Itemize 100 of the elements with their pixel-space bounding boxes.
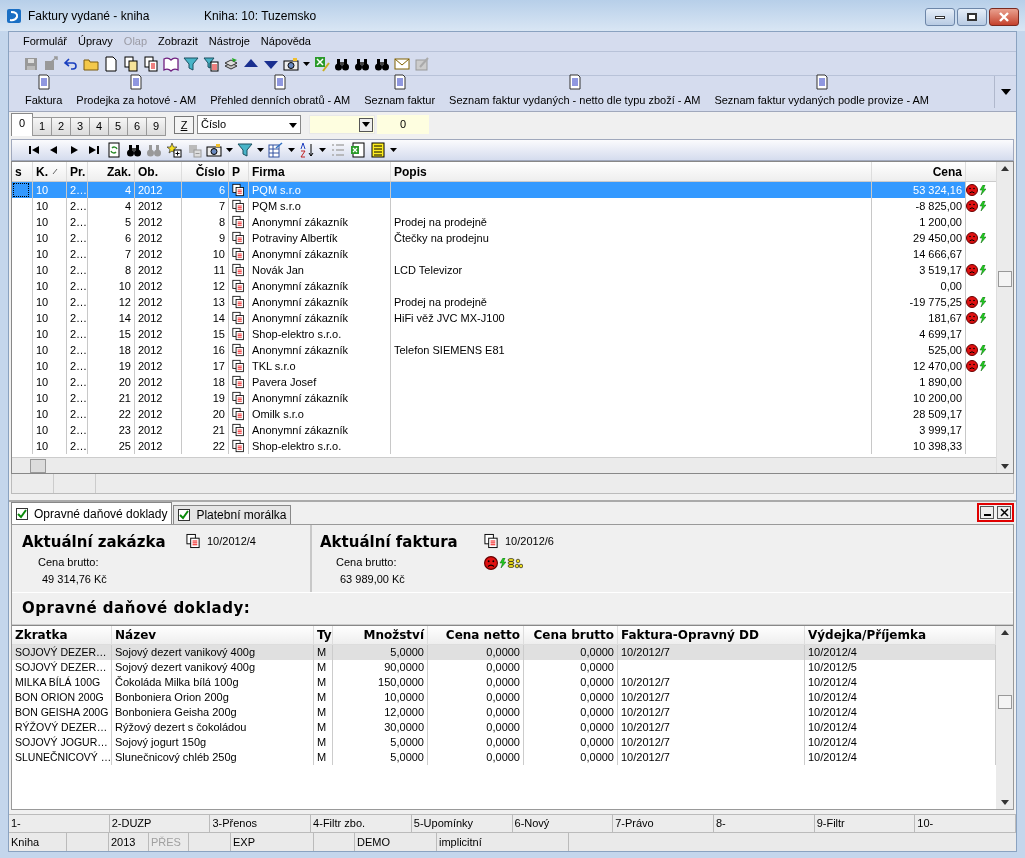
book-icon[interactable] [163,55,179,72]
binoculars-icon[interactable] [126,142,142,158]
column-header[interactable]: P [232,162,240,181]
report-button[interactable]: Seznam faktur vydaných podle provize - AM [712,73,931,108]
column-header[interactable]: Popis [394,162,427,181]
column-header[interactable]: Faktura-Opravný DD [621,626,759,644]
camera-icon[interactable] [206,142,222,158]
star-add-icon[interactable] [166,142,182,158]
envelope-icon[interactable] [394,55,410,72]
close-button[interactable] [989,8,1019,26]
table-cell-text: 10 [36,310,49,326]
function-key-button[interactable]: 7-Právo [613,815,714,832]
tab[interactable]: 2 [51,117,71,136]
function-key-button[interactable]: 10- [915,815,1017,832]
caret-icon[interactable] [288,148,295,152]
function-key-button[interactable]: 8- [713,815,815,832]
search-field[interactable] [309,115,375,134]
table-row[interactable]: SOJOVÝ DEZER… Sojový dezert vanikový 400g M 5,0000 0,0000 0,0000 10/2012/7 10/2012/4 [12,645,996,660]
column-header[interactable]: Firma [252,162,285,181]
tab[interactable]: 1 [32,117,52,136]
function-key-button[interactable]: 3-Přenos [210,815,312,832]
column-header[interactable]: Výdejka/Příjemka [808,626,927,644]
tab[interactable]: 5 [108,117,128,136]
column-header[interactable]: Cena netto [445,626,520,644]
spreadsheet-pen-icon[interactable] [314,55,330,72]
menu-item[interactable]: Formulář [23,33,67,50]
tab[interactable]: 0 [11,113,33,136]
table-row[interactable]: BON GEISHA 200G Bonboniera Geisha 200g M 12,0000 0,0000 0,0000 10/2012/7 10/2012/4 [12,705,996,720]
camera-icon[interactable] [283,55,299,72]
spreadsheet-icon[interactable] [350,142,366,158]
menu-item[interactable]: Nástroje [208,33,250,50]
table-row[interactable]: SLUNEČNICOVÝ … Slunečnicový chléb 250g M 5,0000 0,0000 0,0000 10/2012/7 10/2012/4 [12,750,996,765]
scroll-thumb[interactable] [998,271,1012,287]
count-field[interactable]: 0 [377,115,429,134]
function-key-button[interactable]: 1- [9,815,110,832]
function-key-button[interactable]: 9-Filtr [814,815,916,832]
filter-icon[interactable] [183,55,199,72]
column-header[interactable]: Pr. [70,162,86,181]
caret-icon[interactable] [390,148,397,152]
menu-item[interactable]: Nápověda [260,33,311,50]
tab[interactable]: 4 [89,117,109,136]
column-header[interactable]: Ob. [138,162,158,181]
caret-icon[interactable] [319,148,326,152]
vertical-scrollbar[interactable] [996,626,1013,809]
sort-icon[interactable] [299,142,315,158]
refresh-icon[interactable] [106,142,122,158]
report-button[interactable]: Seznam faktur vydaných - netto dle typu zboží - AM [447,73,703,108]
table-row[interactable]: BON ORION 200G Bonboniera Orion 200g M 10,0000 0,0000 0,0000 10/2012/7 10/2012/4 [12,690,996,705]
sort-select[interactable]: Číslo [197,115,301,134]
filter-document-icon[interactable] [203,55,219,72]
column-header[interactable]: Ty [317,626,332,644]
table-row[interactable]: MILKA BÍLÁ 100G Čokoláda Milka bílá 100g M 150,0000 0,0000 0,0000 10/2012/7 10/2012/4 [12,675,996,690]
table-row[interactable]: SOJOVÝ DEZER… Sojový dezert vanikový 400g M 90,0000 0,0000 0,0000 10/2012/5 [12,660,996,675]
column-header[interactable]: Cena brutto [533,626,614,644]
undo-icon[interactable] [63,55,79,72]
minimize-button[interactable] [925,8,955,26]
menu-item[interactable]: Zobrazit [158,33,198,50]
report-button[interactable]: Prodejka za hotové - AM [74,73,199,108]
caret-icon[interactable] [226,148,233,152]
column-header[interactable]: Číslo [195,162,225,181]
table-row[interactable]: RÝŽOVÝ DEZER… Rýžový dezert s čokoládou M 30,0000 0,0000 0,0000 10/2012/7 10/2012/4 [12,720,996,735]
column-header[interactable]: s [15,162,22,181]
report-button[interactable]: Seznam faktur [362,73,438,108]
column-header[interactable]: Množství [363,626,424,644]
function-key-button[interactable]: 4-Filtr zbo. [311,815,412,832]
new-document-icon[interactable] [103,55,119,72]
table-icon[interactable] [268,142,284,158]
menu-item[interactable]: Úpravy [78,33,113,50]
checkbox[interactable] [178,509,191,521]
function-key-button[interactable]: 6-Nový [512,815,614,832]
report-button[interactable]: Faktura [23,73,65,108]
column-header[interactable]: Zkratka [15,626,68,644]
list-icon[interactable] [370,142,386,158]
scroll-thumb[interactable] [997,695,1012,709]
close-button[interactable] [997,506,1011,519]
function-key-button[interactable]: 5-Upomínky [411,815,513,832]
filter-icon[interactable] [237,142,253,158]
minimize-button[interactable] [980,506,994,519]
stack-icon[interactable] [223,55,239,72]
vertical-scrollbar[interactable] [996,162,1013,473]
column-header[interactable]: K. [36,162,48,181]
copy-icon[interactable] [123,55,139,72]
tab[interactable]: Opravné daňové doklady [11,502,173,524]
caret-icon[interactable] [257,148,264,152]
tab[interactable]: 9 [146,117,166,136]
sort-button[interactable]: Z [174,116,194,134]
documents-icon[interactable] [143,55,159,72]
table-row[interactable]: SOJOVÝ JOGUR… Sojový jogurt 150g M 5,0000 0,0000 0,0000 10/2012/7 10/2012/4 [12,735,996,750]
caret-icon[interactable] [303,61,310,66]
tab[interactable]: 6 [127,117,147,136]
tab[interactable]: Platební morálka [173,505,292,524]
column-header[interactable]: Název [115,626,157,644]
horizontal-scrollbar[interactable] [12,457,996,473]
checkbox[interactable] [16,507,28,520]
column-header[interactable]: Zak. [107,162,131,181]
column-header[interactable]: Cena [932,162,962,181]
report-button[interactable]: Přehled denních obratů - AM [208,73,353,108]
tab[interactable]: 3 [70,117,90,136]
function-key-button[interactable]: 2-DUZP [109,815,211,832]
maximize-button[interactable] [957,8,987,26]
